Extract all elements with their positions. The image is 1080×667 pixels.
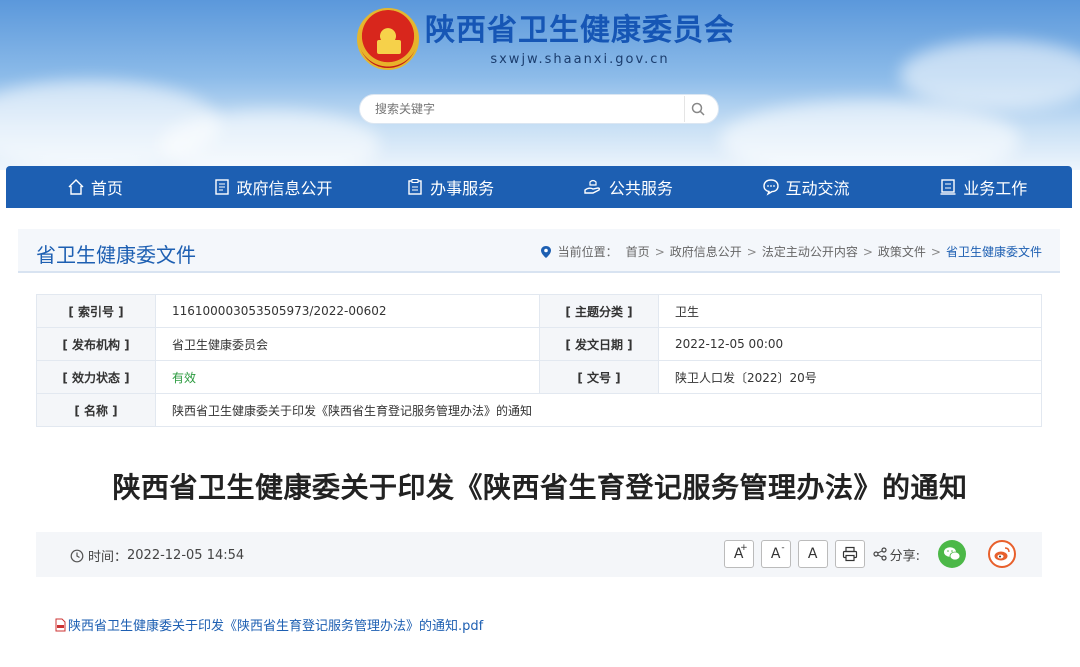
nav-item-label: 政府信息公开 bbox=[236, 179, 333, 198]
main-nav: 首页 政府信息公开 办事服务 公共服务 互动交流 业务工作 bbox=[6, 166, 1072, 208]
document-metadata-table: [ 索引号 ] 116100003053505973/2022-00602 [ … bbox=[36, 294, 1042, 427]
topic-label: [ 主题分类 ] bbox=[539, 294, 659, 328]
docno-value: 陕卫人口发〔2022〕20号 bbox=[658, 360, 1042, 394]
cloud-decoration bbox=[900, 40, 1080, 110]
font-increase-button[interactable]: A + bbox=[723, 540, 754, 568]
index-label: [ 索引号 ] bbox=[36, 294, 156, 328]
cloud-decoration bbox=[720, 100, 1020, 170]
search-button[interactable] bbox=[684, 96, 710, 122]
search-icon bbox=[691, 102, 705, 116]
nav-item-services[interactable]: 办事服务 bbox=[361, 166, 539, 208]
breadcrumb-link[interactable]: 政府信息公开 bbox=[670, 243, 742, 260]
site-logo[interactable]: 陕西省卫生健康委员会 sxwjw.shaanxi.gov.cn bbox=[357, 8, 735, 70]
font-decrease-button[interactable]: A- bbox=[760, 540, 791, 568]
index-value: 116100003053505973/2022-00602 bbox=[155, 294, 540, 328]
weibo-icon bbox=[994, 547, 1010, 561]
clock-icon bbox=[70, 549, 84, 562]
nav-item-public-service[interactable]: 公共服务 bbox=[539, 166, 717, 208]
docno-label: [ 文号 ] bbox=[539, 360, 659, 394]
time-label: 时间： bbox=[88, 550, 128, 565]
breadcrumb-separator: > bbox=[930, 244, 941, 259]
clipboard-icon bbox=[408, 179, 422, 195]
nav-item-label: 公共服务 bbox=[608, 179, 673, 198]
table-row: [ 效力状态 ] 有效 [ 文号 ] 陕卫人口发〔2022〕20号 bbox=[36, 360, 1042, 394]
section-title: 省卫生健康委文件 bbox=[36, 243, 196, 267]
nav-item-label: 首页 bbox=[90, 179, 123, 198]
article-title: 陕西省卫生健康委关于印发《陕西省生育登记服务管理办法》的通知 bbox=[112, 471, 968, 504]
name-value: 陕西省卫生健康委关于印发《陕西省生育登记服务管理办法》的通知 bbox=[155, 393, 1042, 427]
share-label-group: 分享: bbox=[873, 545, 920, 564]
nav-item-label: 互动交流 bbox=[785, 179, 850, 198]
attachment-link[interactable]: 陕西省卫生健康委关于印发《陕西省生育登记服务管理办法》的通知.pdf bbox=[54, 615, 483, 634]
nav-item-home[interactable]: 首页 bbox=[6, 166, 184, 208]
document-list-icon bbox=[214, 179, 229, 195]
name-label: [ 名称 ] bbox=[36, 393, 156, 427]
breadcrumb-link[interactable]: 法定主动公开内容 bbox=[762, 243, 858, 260]
search-input[interactable] bbox=[360, 102, 680, 116]
status-value: 有效 bbox=[155, 360, 540, 394]
search-box bbox=[359, 94, 719, 124]
breadcrumb-current[interactable]: 省卫生健康委文件 bbox=[946, 243, 1042, 260]
table-row: [ 名称 ] 陕西省卫生健康委关于印发《陕西省生育登记服务管理办法》的通知 bbox=[36, 393, 1042, 427]
share-wechat-button[interactable] bbox=[938, 540, 966, 568]
hand-service-icon bbox=[584, 179, 600, 194]
article-tools: A + A- A 分享: bbox=[717, 540, 1016, 568]
breadcrumb-separator: > bbox=[654, 244, 665, 259]
national-emblem-icon bbox=[357, 8, 419, 70]
breadcrumb-prefix: 当前位置： bbox=[557, 245, 618, 259]
article-toolbar: 时间： 2022-12-05 14:54 A + A- A 分享: bbox=[36, 532, 1042, 577]
section-header: 省卫生健康委文件 当前位置： 首页 > 政府信息公开 > 法定主动公开内容 > … bbox=[18, 229, 1060, 273]
site-title: 陕西省卫生健康委员会 bbox=[425, 12, 735, 48]
breadcrumb-separator: > bbox=[746, 244, 757, 259]
font-default-button[interactable]: A bbox=[797, 540, 828, 568]
nav-item-business[interactable]: 业务工作 bbox=[894, 166, 1072, 208]
cloud-decoration bbox=[160, 110, 380, 170]
topic-value: 卫生 bbox=[658, 294, 1042, 328]
home-icon bbox=[68, 179, 84, 195]
pdf-file-icon bbox=[55, 618, 66, 631]
nav-item-label: 办事服务 bbox=[430, 179, 495, 198]
briefcase-icon bbox=[940, 179, 956, 195]
nav-item-label: 业务工作 bbox=[963, 179, 1028, 198]
attachment-filename: 陕西省卫生健康委关于印发《陕西省生育登记服务管理办法》的通知.pdf bbox=[68, 619, 484, 634]
publisher-label: [ 发布机构 ] bbox=[36, 327, 156, 361]
table-row: [ 索引号 ] 116100003053505973/2022-00602 [ … bbox=[36, 294, 1042, 328]
date-label: [ 发文日期 ] bbox=[539, 327, 659, 361]
publish-time: 时间： 2022-12-05 14:54 bbox=[70, 546, 244, 565]
location-pin-icon bbox=[540, 245, 551, 258]
breadcrumb-link[interactable]: 政策文件 bbox=[878, 243, 926, 260]
table-row: [ 发布机构 ] 省卫生健康委员会 [ 发文日期 ] 2022-12-05 00… bbox=[36, 327, 1042, 361]
breadcrumb: 当前位置： 首页 > 政府信息公开 > 法定主动公开内容 > 政策文件 > 省卫… bbox=[540, 243, 1042, 260]
date-value: 2022-12-05 00:00 bbox=[658, 327, 1042, 361]
wechat-icon bbox=[944, 547, 961, 561]
publisher-value: 省卫生健康委员会 bbox=[155, 327, 540, 361]
nav-item-gov-info[interactable]: 政府信息公开 bbox=[184, 166, 362, 208]
site-domain: sxwjw.shaanxi.gov.cn bbox=[490, 51, 670, 67]
header-banner: 陕西省卫生健康委员会 sxwjw.shaanxi.gov.cn bbox=[0, 0, 1080, 170]
time-value: 2022-12-05 14:54 bbox=[127, 548, 245, 563]
breadcrumb-separator: > bbox=[862, 244, 873, 259]
breadcrumb-link[interactable]: 首页 bbox=[626, 243, 650, 260]
status-label: [ 效力状态 ] bbox=[36, 360, 156, 394]
printer-icon bbox=[842, 546, 857, 562]
share-icon bbox=[873, 547, 887, 561]
nav-item-interaction[interactable]: 互动交流 bbox=[717, 166, 895, 208]
share-label: 分享: bbox=[889, 548, 920, 564]
share-weibo-button[interactable] bbox=[988, 540, 1016, 568]
chat-icon bbox=[762, 179, 779, 196]
print-button[interactable] bbox=[834, 540, 865, 568]
